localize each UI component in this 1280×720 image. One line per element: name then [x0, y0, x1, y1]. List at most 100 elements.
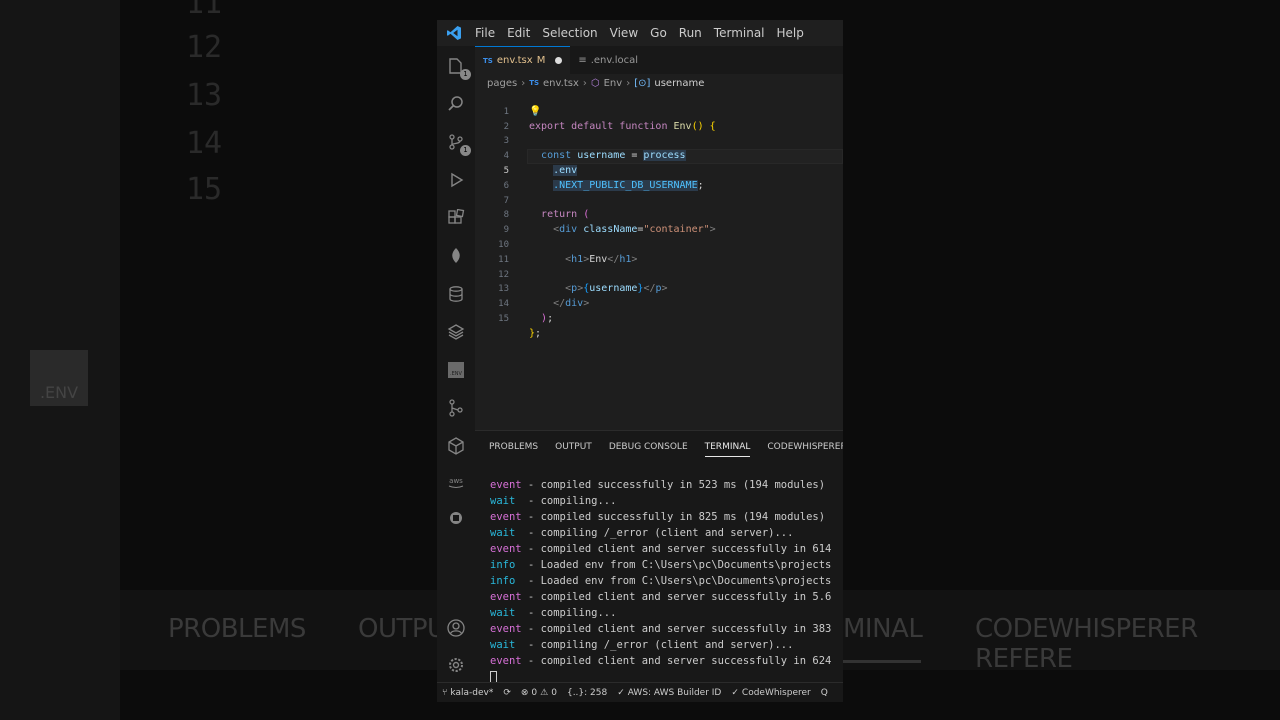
- code-line: 14 );: [475, 282, 843, 324]
- code-line: 12 <p>{username}</p>: [475, 253, 843, 295]
- activity-bar: 1 1 .ENV aws: [437, 46, 475, 682]
- code-line: 7 return (: [475, 179, 843, 221]
- settings-gear-icon[interactable]: [444, 653, 468, 677]
- warning-icon: ⚠: [540, 687, 549, 698]
- env-file-icon: ≡: [578, 54, 587, 66]
- breadcrumb-function[interactable]: Env: [604, 78, 623, 89]
- menu-selection[interactable]: Selection: [538, 20, 605, 46]
- branch-status[interactable]: ⑂ kala-dev*: [437, 688, 498, 698]
- terminal-line: event - compiled client and server succe…: [490, 623, 832, 635]
- code-line: 15 };: [475, 297, 843, 339]
- status-trailing[interactable]: Q: [816, 688, 833, 698]
- aws-status[interactable]: ✓ AWS: AWS Builder ID: [612, 688, 726, 698]
- explorer-icon[interactable]: 1: [444, 54, 471, 80]
- line-text: );: [541, 312, 554, 324]
- code-line: 10 <h1>Env</h1>: [475, 223, 843, 265]
- terminal-line: wait - compiling...: [490, 495, 617, 507]
- breadcrumb-file[interactable]: env.tsx: [543, 78, 579, 89]
- search-icon[interactable]: [444, 92, 468, 116]
- terminal-output[interactable]: event - compiled successfully in 523 ms …: [490, 477, 843, 685]
- terminal-line: event - compiled client and server succe…: [490, 591, 832, 603]
- terminal-line: event - compiled successfully in 825 ms …: [490, 511, 826, 523]
- code-line: 6: [475, 164, 843, 191]
- bg-tab: MINAL: [843, 614, 923, 644]
- git-graph-icon[interactable]: [444, 396, 468, 420]
- tab-env-local[interactable]: ≡ .env.local: [570, 46, 646, 74]
- menu-run[interactable]: Run: [675, 20, 710, 46]
- variable-symbol-icon: [⊙]: [634, 77, 651, 89]
- vscode-logo-icon: [437, 20, 471, 46]
- breadcrumb-folder[interactable]: pages: [487, 78, 517, 89]
- tab-env-tsx[interactable]: TS env.tsx M: [475, 46, 571, 74]
- code-line: 1 export default function Env() {: [475, 90, 843, 132]
- unsaved-dot-icon[interactable]: [555, 57, 563, 64]
- panel-tabs: PROBLEMS OUTPUT DEBUG CONSOLE TERMINAL C…: [489, 437, 843, 457]
- bottom-panel: PROBLEMS OUTPUT DEBUG CONSOLE TERMINAL C…: [475, 430, 843, 685]
- bg-line-number: 14: [186, 126, 223, 161]
- sync-icon[interactable]: ⟳: [498, 688, 516, 698]
- bg-tab: OUTPU: [358, 614, 446, 644]
- tab-output[interactable]: OUTPUT: [555, 437, 592, 457]
- code-line: 2 💡: [475, 105, 843, 132]
- chevron-right-icon: ›: [626, 77, 631, 89]
- cube-icon[interactable]: [444, 434, 468, 458]
- svg-text:aws: aws: [449, 477, 463, 485]
- tab-debug-console[interactable]: DEBUG CONSOLE: [609, 437, 688, 457]
- code-line: 11: [475, 238, 843, 265]
- tab-problems[interactable]: PROBLEMS: [489, 437, 538, 457]
- code-line: 3 const username = process: [475, 120, 843, 162]
- mongodb-leaf-icon[interactable]: [444, 244, 468, 268]
- run-debug-icon[interactable]: [444, 168, 468, 192]
- menu-file[interactable]: File: [471, 20, 503, 46]
- bg-line-number: 15: [186, 172, 223, 207]
- typescript-file-icon: TS: [529, 79, 540, 87]
- codewhisperer-status[interactable]: ✓ CodeWhisperer: [726, 688, 815, 698]
- bg-line-number: 12: [186, 30, 223, 65]
- codewhisperer-icon[interactable]: [444, 506, 468, 530]
- line-text: };: [529, 327, 542, 339]
- source-control-icon[interactable]: 1: [444, 130, 471, 156]
- tab-label: .env.local: [590, 54, 639, 66]
- extensions-icon[interactable]: [444, 206, 468, 230]
- menu-go[interactable]: Go: [646, 20, 675, 46]
- modified-indicator: M: [536, 55, 546, 66]
- tab-terminal[interactable]: TERMINAL: [704, 437, 751, 457]
- menu-help[interactable]: Help: [773, 20, 812, 46]
- bg-env-icon: .ENV: [30, 350, 88, 406]
- terminal-line: info - Loaded env from C:\Users\pc\Docum…: [490, 575, 832, 587]
- menu-terminal[interactable]: Terminal: [710, 20, 773, 46]
- check-icon: ✓: [731, 687, 739, 698]
- function-symbol-icon: ⬡: [590, 77, 600, 89]
- terminal-line: wait - compiling /_error (client and ser…: [490, 527, 794, 539]
- editor-tabs: TS env.tsx M ≡ .env.local: [475, 46, 843, 74]
- tab-codewhisperer-reference[interactable]: CODEWHISPERER REFERE: [767, 437, 843, 457]
- code-line: 8 <div className="container">: [475, 194, 843, 235]
- menu-edit[interactable]: Edit: [503, 20, 538, 46]
- bg-tab: CODEWHISPERER REFERE: [975, 614, 1198, 674]
- selection-status[interactable]: {..}: 258: [562, 688, 612, 698]
- lightbulb-icon[interactable]: 💡: [529, 105, 541, 120]
- code-line: 5 .NEXT_PUBLIC_DB_USERNAME;: [475, 149, 843, 191]
- terminal-line: event - compiled successfully in 523 ms …: [490, 479, 826, 491]
- title-bar: File Edit Selection View Go Run Terminal…: [437, 20, 843, 46]
- account-icon[interactable]: [444, 616, 468, 640]
- code-line: 4 .env: [475, 134, 843, 176]
- chevron-right-icon: ›: [582, 77, 587, 89]
- env-file-icon[interactable]: .ENV: [444, 358, 468, 382]
- terminal-line: wait - compiling /_error (client and ser…: [490, 639, 794, 651]
- terminal-line: info - Loaded env from C:\Users\pc\Docum…: [490, 559, 832, 571]
- source-control-badge: 1: [460, 145, 471, 156]
- layers-icon[interactable]: [444, 320, 468, 344]
- terminal-line: event - compiled client and server succe…: [490, 655, 832, 667]
- bg-line-number: 11: [186, 0, 223, 21]
- database-icon[interactable]: [444, 282, 468, 306]
- breadcrumb-variable[interactable]: username: [654, 78, 704, 89]
- code-editor[interactable]: 1 export default function Env() { 2 💡 3 …: [475, 90, 843, 430]
- error-icon: ⊗: [520, 687, 529, 698]
- aws-icon[interactable]: aws: [444, 470, 468, 494]
- tab-label: env.tsx: [496, 55, 533, 66]
- menu-view[interactable]: View: [606, 20, 646, 46]
- problems-status[interactable]: ⊗ 0 ⚠ 0: [516, 688, 562, 698]
- git-branch-icon: ⑂: [442, 687, 448, 698]
- code-line: 13 </div>: [475, 268, 843, 309]
